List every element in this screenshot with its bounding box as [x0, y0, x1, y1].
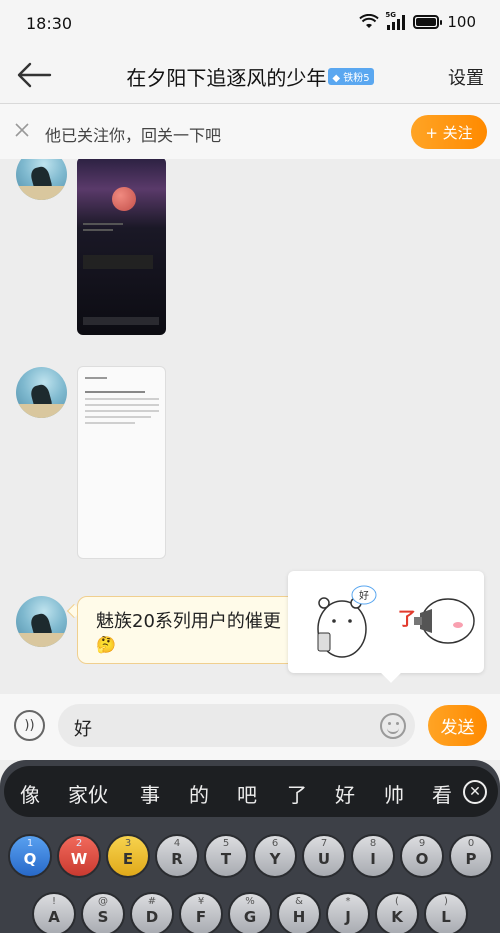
- key-f[interactable]: ¥ F: [179, 892, 223, 933]
- sticker-text: 好: [359, 590, 369, 602]
- key-k[interactable]: (K: [375, 892, 419, 933]
- text-message-bubble[interactable]: 魅族20系列用户的催更 🤔: [77, 596, 317, 664]
- message-input[interactable]: 好: [58, 704, 415, 747]
- fan-level-badge: ◆ 铁粉5: [328, 68, 374, 85]
- key-d[interactable]: # D: [130, 892, 174, 933]
- battery-icon: [413, 15, 443, 29]
- key-g[interactable]: % G: [228, 892, 272, 933]
- message-text: 魅族20系列用户的催更: [96, 611, 281, 632]
- keyboard: 像 家伙 事 的 吧 了 好 帅 看 ✕ 1Q 2W 3E 4R 5T 6Y 7…: [0, 760, 500, 933]
- key-p[interactable]: 0P: [449, 834, 493, 878]
- key-l[interactable]: ) L: [424, 892, 468, 933]
- bear-sticker-icon[interactable]: 好: [304, 581, 380, 661]
- thinking-emoji-icon: 🤔: [96, 635, 116, 654]
- key-w[interactable]: 2W: [57, 834, 101, 878]
- signal-icon: 5G: [385, 11, 406, 30]
- key-r[interactable]: 4R: [155, 834, 199, 878]
- voice-input-icon[interactable]: )): [14, 710, 45, 741]
- nav-bar: 在夕阳下追逐风的少年 ◆ 铁粉5 设置: [0, 48, 500, 104]
- candidate-word[interactable]: 了: [287, 779, 307, 808]
- image-message[interactable]: [77, 366, 166, 559]
- close-candidates-icon[interactable]: ✕: [463, 780, 487, 804]
- status-bar: 18:30 5G 100: [0, 0, 500, 48]
- candidate-word[interactable]: 事: [140, 779, 160, 808]
- candidate-word[interactable]: 的: [189, 779, 209, 808]
- key-o[interactable]: 9O: [400, 834, 444, 878]
- settings-button[interactable]: 设置: [448, 64, 484, 90]
- candidate-word[interactable]: 好: [335, 779, 355, 808]
- bun-megaphone-sticker-icon[interactable]: 了: [392, 591, 478, 661]
- page-title: 在夕阳下追逐风的少年: [126, 66, 327, 90]
- candidate-word[interactable]: 家伙: [68, 779, 108, 808]
- status-time: 18:30: [26, 14, 73, 33]
- sticker-text: 了: [398, 609, 416, 630]
- key-t[interactable]: 5T: [204, 834, 248, 878]
- chat-area[interactable]: 魅族20系列用户的催更 🤔 好 了: [0, 159, 500, 694]
- image-message[interactable]: [77, 159, 166, 335]
- key-s[interactable]: @ S: [81, 892, 125, 933]
- candidate-word[interactable]: 吧: [237, 779, 257, 808]
- key-y[interactable]: 6Y: [253, 834, 297, 878]
- avatar[interactable]: [16, 367, 67, 418]
- candidate-word[interactable]: 帅: [384, 779, 404, 808]
- wifi-icon: [359, 14, 380, 28]
- key-a[interactable]: ! A: [32, 892, 76, 933]
- key-j[interactable]: * J: [326, 892, 370, 933]
- candidate-word[interactable]: 像: [20, 779, 40, 808]
- avatar[interactable]: [16, 159, 67, 200]
- emoji-icon[interactable]: [380, 713, 406, 739]
- avatar[interactable]: [16, 596, 67, 647]
- key-u[interactable]: 7U: [302, 834, 346, 878]
- key-q[interactable]: 1Q: [8, 834, 52, 878]
- send-button[interactable]: 发送: [428, 705, 487, 746]
- follow-message: 他已关注你，回关一下吧: [45, 126, 222, 145]
- key-i[interactable]: 8I: [351, 834, 395, 878]
- candidate-word[interactable]: 看: [432, 779, 452, 808]
- page-title-wrap: 在夕阳下追逐风的少年 ◆ 铁粉5: [0, 62, 500, 91]
- follow-button[interactable]: + 关注: [411, 115, 487, 149]
- fan-level-label: 铁粉5: [343, 73, 370, 84]
- wallpaper-orb: [112, 187, 136, 211]
- close-icon[interactable]: [14, 122, 30, 138]
- key-h[interactable]: & H: [277, 892, 321, 933]
- status-icons: 5G 100: [359, 11, 476, 31]
- input-bar: )) 好 发送: [0, 694, 500, 760]
- message-input-value: 好: [74, 719, 92, 740]
- network-type: 5G: [385, 11, 396, 19]
- battery-level: 100: [447, 13, 476, 31]
- follow-banner: 他已关注你，回关一下吧 + 关注: [0, 104, 500, 159]
- candidate-bar: 像 家伙 事 的 吧 了 好 帅 看 ✕: [4, 766, 498, 817]
- sticker-suggestion-popup: 好 了: [288, 571, 484, 673]
- key-e[interactable]: 3E: [106, 834, 150, 878]
